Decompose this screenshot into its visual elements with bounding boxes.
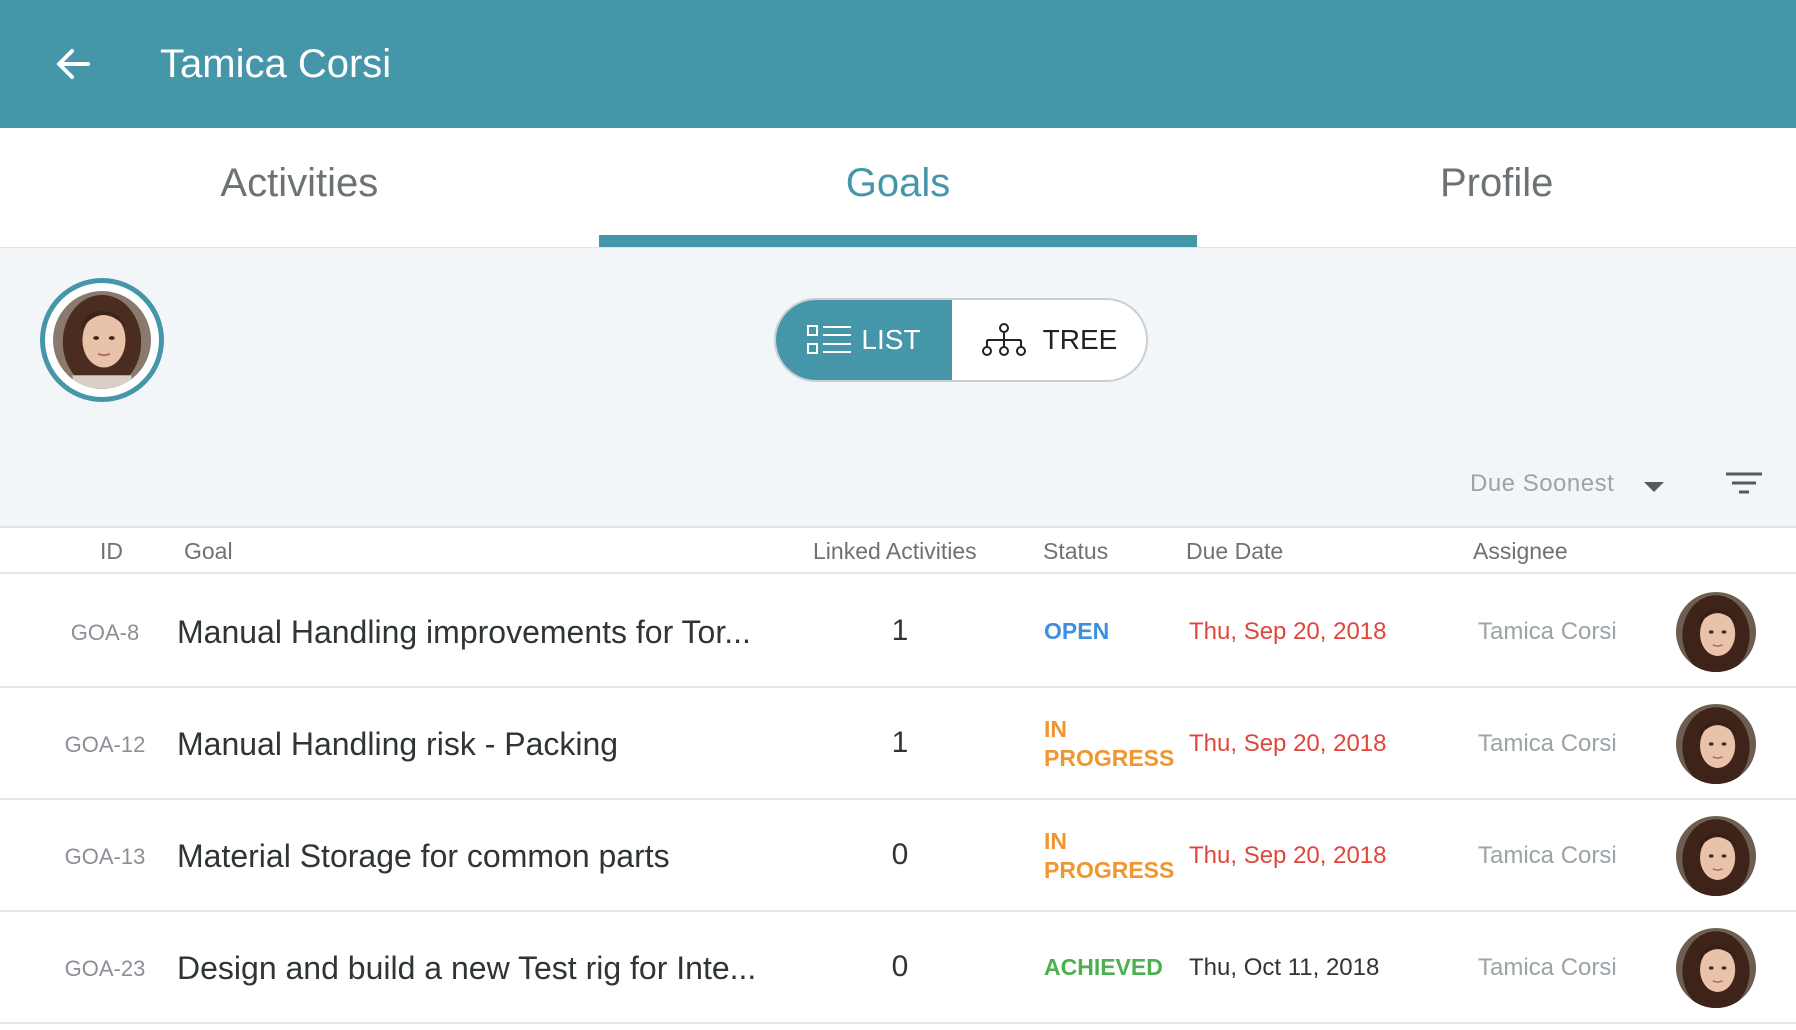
due-date: Thu, Sep 20, 2018 xyxy=(1189,730,1387,757)
tab-goals[interactable]: Goals xyxy=(598,128,1198,247)
tree-view-button[interactable]: TREE xyxy=(952,300,1146,380)
column-header-status[interactable]: Status xyxy=(1043,538,1108,565)
goal-id: GOA-12 xyxy=(64,732,146,757)
tab-activities[interactable]: Activities xyxy=(0,128,599,247)
assignee-name: Tamica Corsi xyxy=(1478,842,1617,869)
table-row[interactable]: GOA-23 Design and build a new Test rig f… xyxy=(0,912,1796,1024)
linked-activities-count: 1 xyxy=(891,726,909,759)
status-badge: ACHIEVED xyxy=(1044,953,1174,982)
status-line-1: OPEN xyxy=(1044,618,1110,644)
goal-id: GOA-13 xyxy=(64,844,146,869)
goal-title: Material Storage for common parts xyxy=(177,838,670,874)
tab-profile-label: Profile xyxy=(1439,161,1554,205)
user-avatar xyxy=(40,278,164,402)
app-bar: Tamica Corsi xyxy=(0,0,1796,128)
avatar xyxy=(1676,928,1756,1008)
linked-activities-count: 0 xyxy=(891,838,909,871)
filter-icon xyxy=(1726,472,1762,494)
assignee-name: Tamica Corsi xyxy=(1478,954,1617,981)
caret-down-icon[interactable] xyxy=(1644,482,1664,492)
list-icon xyxy=(807,325,852,354)
tab-activities-label: Activities xyxy=(220,161,379,205)
avatar xyxy=(1676,592,1756,672)
status-line-2: PROGRESS xyxy=(1044,745,1175,771)
goals-toolbar: LIST TREE Due Soonest xyxy=(0,248,1796,528)
status-badge: OPEN xyxy=(1044,617,1174,646)
view-toggle: LIST TREE xyxy=(774,298,1148,382)
assignee-name: Tamica Corsi xyxy=(1478,730,1617,757)
avatar-photo xyxy=(53,291,151,389)
linked-activities-count: 0 xyxy=(891,950,909,983)
status-line-2: PROGRESS xyxy=(1044,857,1175,883)
table-row[interactable]: GOA-13 Material Storage for common parts… xyxy=(0,800,1796,912)
due-date: Thu, Sep 20, 2018 xyxy=(1189,842,1387,869)
sort-dropdown-label[interactable]: Due Soonest xyxy=(1470,470,1614,498)
column-header-assignee[interactable]: Assignee xyxy=(1473,538,1568,565)
goal-id: GOA-23 xyxy=(64,956,146,981)
tab-goals-label: Goals xyxy=(845,161,951,205)
status-line-1: IN xyxy=(1044,716,1067,742)
tree-icon xyxy=(981,323,1026,356)
status-badge: IN PROGRESS xyxy=(1044,715,1174,773)
goal-title: Manual Handling improvements for Tor... xyxy=(177,614,751,650)
column-header-id[interactable]: ID xyxy=(100,538,123,565)
tab-profile[interactable]: Profile xyxy=(1197,128,1796,247)
page-title: Tamica Corsi xyxy=(160,42,392,86)
status-badge: IN PROGRESS xyxy=(1044,827,1174,885)
column-header-linked-activities[interactable]: Linked Activities xyxy=(813,538,977,565)
due-date: Thu, Sep 20, 2018 xyxy=(1189,618,1387,645)
table-row[interactable]: GOA-12 Manual Handling risk - Packing 1 … xyxy=(0,688,1796,800)
status-line-1: IN xyxy=(1044,828,1067,854)
list-view-label: LIST xyxy=(861,324,921,355)
filter-button[interactable] xyxy=(1722,466,1766,502)
column-header-goal[interactable]: Goal xyxy=(184,538,233,565)
assignee-name: Tamica Corsi xyxy=(1478,618,1617,645)
goal-title: Design and build a new Test rig for Inte… xyxy=(177,950,757,986)
goal-title: Manual Handling risk - Packing xyxy=(177,726,619,762)
goal-id: GOA-8 xyxy=(70,620,140,645)
avatar xyxy=(1676,704,1756,784)
arrow-left-icon xyxy=(57,49,90,79)
column-header-due-date[interactable]: Due Date xyxy=(1186,538,1283,565)
active-tab-indicator xyxy=(598,235,1198,247)
tree-view-label: TREE xyxy=(1042,324,1118,355)
avatar xyxy=(1676,816,1756,896)
back-button[interactable] xyxy=(52,44,92,84)
list-view-button[interactable]: LIST xyxy=(776,300,952,380)
table-header: ID Goal Linked Activities Status Due Dat… xyxy=(0,528,1796,574)
table-row[interactable]: GOA-8 Manual Handling improvements for T… xyxy=(0,576,1796,688)
due-date: Thu, Oct 11, 2018 xyxy=(1189,954,1380,981)
tab-bar: Activities Goals Profile xyxy=(0,128,1796,248)
linked-activities-count: 1 xyxy=(891,614,909,647)
status-line-1: ACHIEVED xyxy=(1044,954,1163,980)
